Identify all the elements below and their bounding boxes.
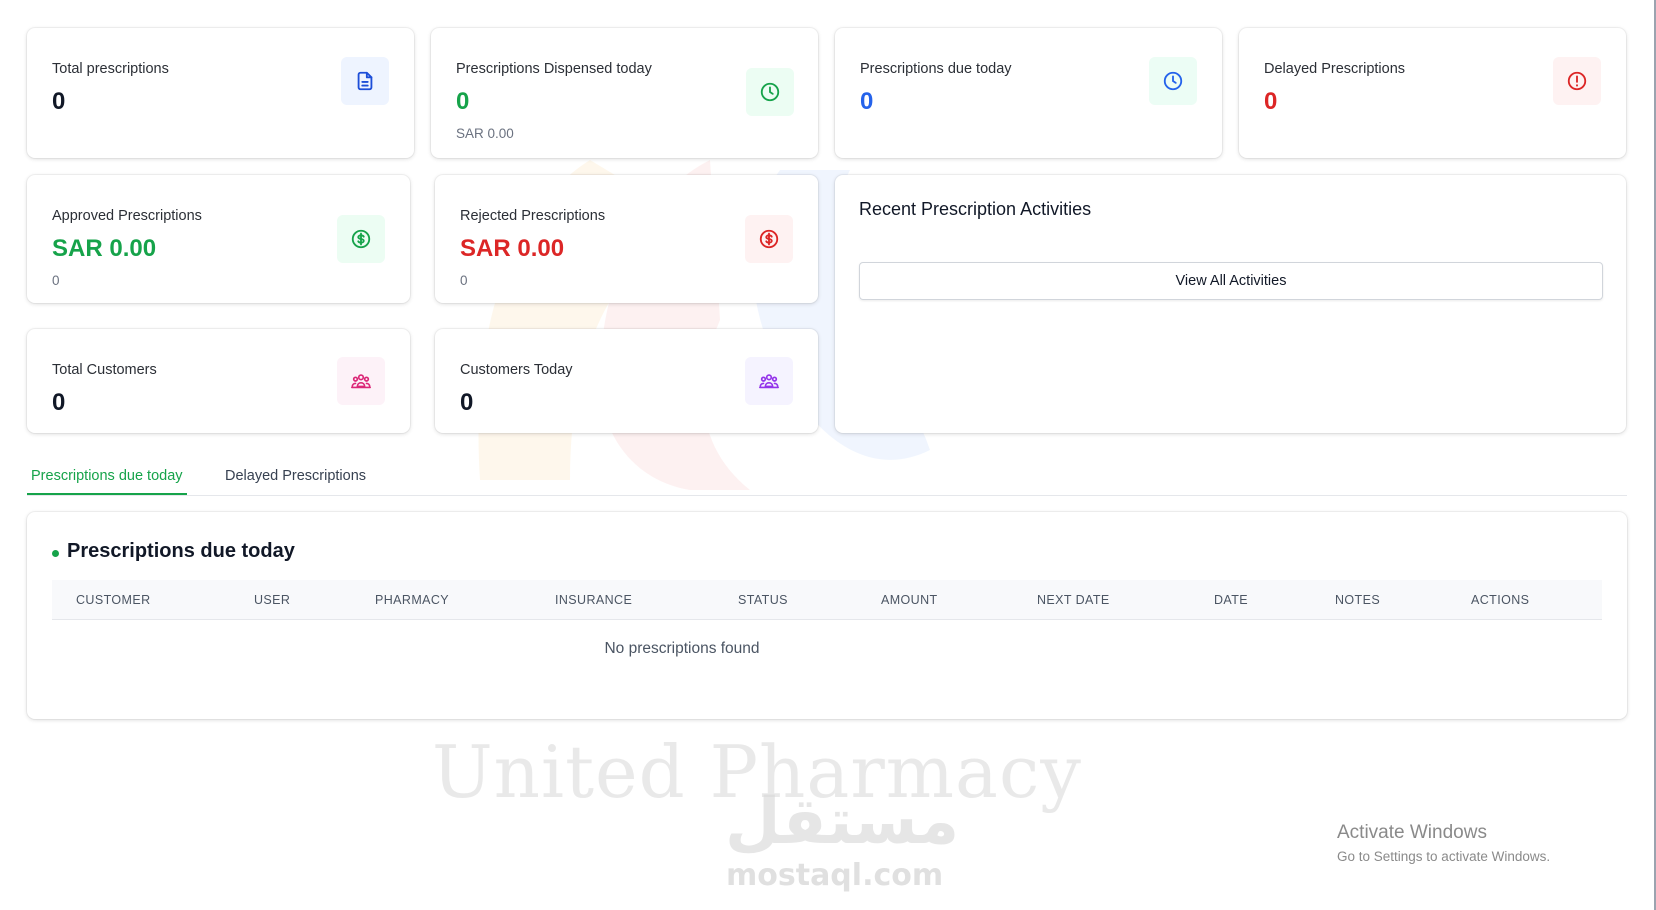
stat-subvalue: 0 [52,273,60,288]
column-header-pharmacy[interactable]: PHARMACY [375,593,449,607]
users-icon [337,357,385,405]
stat-label: Rejected Prescriptions [460,208,606,224]
watermark-brand-text: United Pharmacy [432,730,1082,814]
alert-circle-icon [1553,57,1601,105]
column-header-user[interactable]: USER [254,593,290,607]
stat-label: Prescriptions Dispensed today [456,61,652,77]
view-all-activities-button[interactable]: View All Activities [859,262,1603,300]
stat-value: SAR 0.00 [52,235,157,262]
activate-windows-subtitle: Go to Settings to activate Windows. [1337,849,1551,864]
stat-value: 0 [52,389,66,416]
users-icon [745,357,793,405]
column-header-date[interactable]: DATE [1214,593,1248,607]
stat-label: Delayed Prescriptions [1264,61,1406,77]
column-header-actions[interactable]: ACTIONS [1471,593,1529,607]
table-header: CUSTOMER USER PHARMACY INSURANCE STATUS … [52,580,1602,620]
tab-delayed-prescriptions[interactable]: Delayed Prescriptions [225,468,366,484]
stat-card-customers-today: Customers Today 0 [435,329,818,433]
tab-prescriptions-due-today[interactable]: Prescriptions due today [27,468,187,495]
table-title: Prescriptions due today [67,540,295,562]
stat-card-total-customers: Total Customers 0 [27,329,410,433]
stat-card-rejected: Rejected Prescriptions SAR 0.00 0 [435,175,818,303]
windows-activation-notice: Activate Windows Go to Settings to activ… [1337,822,1550,864]
stat-value: 0 [1264,88,1278,115]
stat-card-approved: Approved Prescriptions SAR 0.00 0 [27,175,410,303]
stat-subvalue: SAR 0.00 [456,126,514,141]
column-header-notes[interactable]: NOTES [1335,593,1380,607]
stat-value: 0 [460,389,474,416]
recent-activities-title: Recent Prescription Activities [859,199,1092,219]
clock-icon [746,68,794,116]
stat-card-total-prescriptions: Total prescriptions 0 [27,28,414,158]
stat-label: Total Customers [52,362,157,378]
document-icon [341,57,389,105]
column-header-amount[interactable]: AMOUNT [881,593,938,607]
clock-icon [1149,57,1197,105]
stat-value: 0 [860,88,874,115]
prescriptions-due-table-card: Prescriptions due today CUSTOMER USER PH… [27,512,1627,719]
stat-subvalue: 0 [460,273,468,288]
stat-label: Customers Today [460,362,573,378]
stat-card-dispensed-today: Prescriptions Dispensed today 0 SAR 0.00 [431,28,818,158]
activate-windows-title: Activate Windows [1337,822,1487,843]
stat-value: 0 [456,88,470,115]
column-header-insurance[interactable]: INSURANCE [555,593,632,607]
stat-label: Total prescriptions [52,61,169,77]
watermark-site-text: mostaql.com [726,858,944,893]
stat-label: Approved Prescriptions [52,208,202,224]
empty-state-text: No prescriptions found [604,640,760,657]
column-header-next-date[interactable]: NEXT DATE [1037,593,1110,607]
column-header-customer[interactable]: CUSTOMER [76,593,151,607]
stat-label: Prescriptions due today [860,61,1012,77]
recent-activities-panel: Recent Prescription Activities View All … [835,175,1626,433]
dollar-circle-icon [745,215,793,263]
status-dot-icon [52,550,59,557]
stat-card-due-today: Prescriptions due today 0 [835,28,1222,158]
dollar-circle-icon [337,215,385,263]
watermark-arabic-text: مستقل [725,785,960,859]
prescription-tabs: Prescriptions due today Delayed Prescrip… [27,458,1627,496]
column-header-status[interactable]: STATUS [738,593,788,607]
stat-card-delayed: Delayed Prescriptions 0 [1239,28,1626,158]
stat-value: SAR 0.00 [460,235,565,262]
stat-value: 0 [52,88,66,115]
